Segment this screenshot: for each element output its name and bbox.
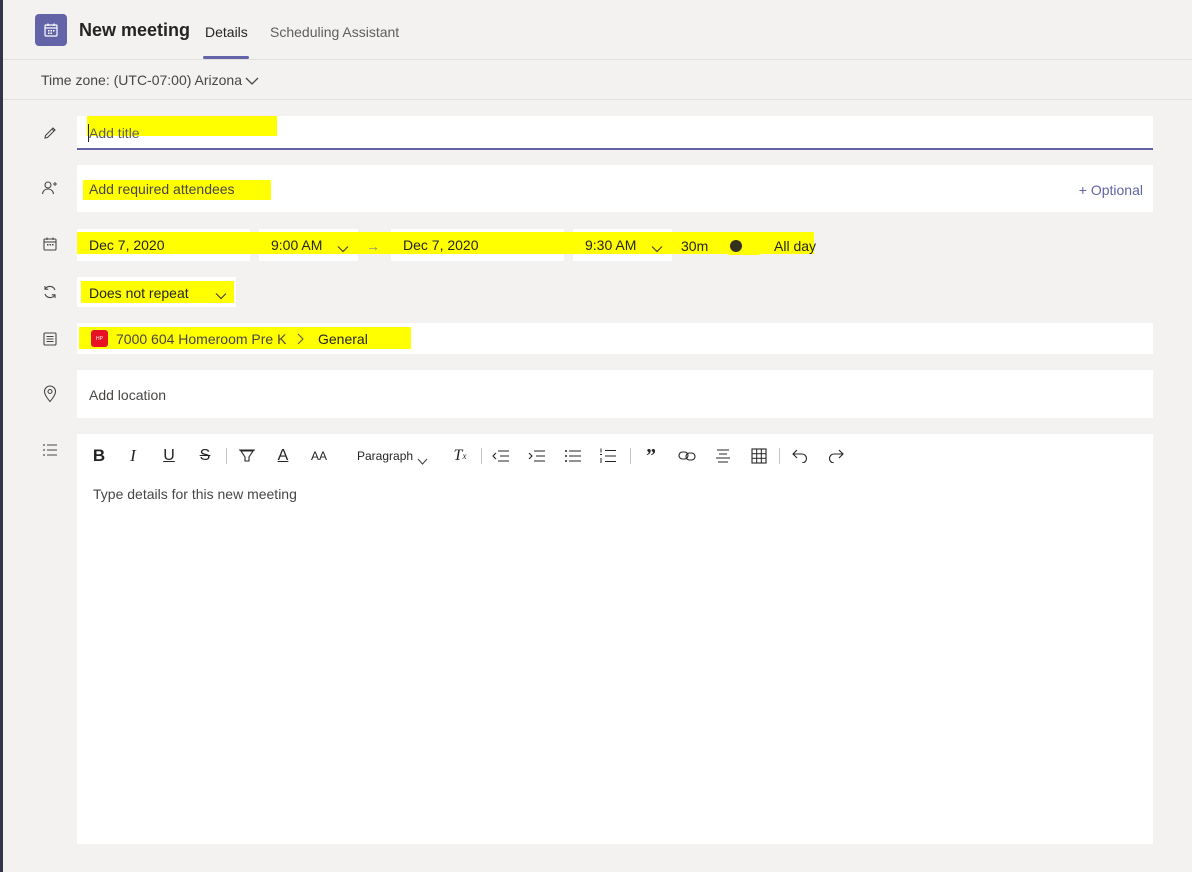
location-field[interactable]: Add location bbox=[77, 370, 1153, 418]
details-list-icon bbox=[40, 440, 60, 460]
toolbar-divider bbox=[481, 448, 482, 464]
all-day-label: All day bbox=[774, 238, 817, 254]
end-date-picker[interactable]: Dec 7, 2020 bbox=[391, 229, 564, 261]
end-time-picker[interactable]: 9:30 AM bbox=[573, 229, 672, 261]
chevron-down-icon[interactable] bbox=[245, 73, 259, 91]
end-time-value: 9:30 AM bbox=[585, 237, 637, 253]
paragraph-style-dropdown[interactable]: Paragraph bbox=[357, 449, 413, 463]
clear-format-icon[interactable]: Tx bbox=[450, 446, 470, 466]
chevron-right-icon bbox=[296, 332, 304, 350]
table-icon[interactable] bbox=[749, 446, 769, 466]
start-date-value: Dec 7, 2020 bbox=[89, 237, 165, 253]
decrease-indent-icon[interactable] bbox=[491, 446, 511, 466]
start-time-picker[interactable]: 9:00 AM bbox=[259, 229, 358, 261]
optional-attendees-link[interactable]: + Optional bbox=[1079, 182, 1143, 198]
italic-icon[interactable]: I bbox=[123, 446, 143, 466]
meeting-details-editor[interactable]: B I U S A AA Paragraph Tx ” Type details… bbox=[77, 434, 1153, 844]
strikethrough-icon[interactable]: S bbox=[195, 446, 215, 466]
arrow-right-icon: → bbox=[366, 238, 380, 254]
app-rail-edge bbox=[0, 0, 3, 872]
align-icon[interactable] bbox=[713, 446, 733, 466]
increase-indent-icon[interactable] bbox=[527, 446, 547, 466]
chevron-down-icon[interactable] bbox=[417, 452, 428, 470]
add-person-icon bbox=[40, 178, 60, 198]
team-name: 7000 604 Homeroom Pre K bbox=[116, 331, 287, 347]
highlight-icon[interactable] bbox=[237, 446, 257, 466]
active-tab-indicator bbox=[203, 56, 249, 59]
chevron-down-icon[interactable] bbox=[651, 240, 663, 258]
numbered-list-icon[interactable] bbox=[598, 446, 618, 466]
channel-name: General bbox=[318, 331, 368, 347]
attendees-field[interactable]: Add required attendees + Optional bbox=[77, 165, 1153, 212]
calendar-icon bbox=[40, 234, 60, 254]
chevron-down-icon[interactable] bbox=[215, 287, 227, 305]
repeat-icon bbox=[40, 282, 60, 302]
team-avatar: HP bbox=[91, 330, 108, 347]
undo-icon[interactable] bbox=[790, 446, 810, 466]
bulleted-list-icon[interactable] bbox=[563, 446, 583, 466]
start-date-picker[interactable]: Dec 7, 2020 bbox=[77, 229, 250, 261]
toolbar-divider bbox=[630, 448, 631, 464]
pencil-icon bbox=[40, 123, 60, 143]
meeting-header: New meeting Details Scheduling Assistant bbox=[3, 0, 1192, 60]
text-caret bbox=[88, 124, 89, 142]
repeat-value: Does not repeat bbox=[89, 285, 189, 301]
location-input[interactable]: Add location bbox=[89, 387, 166, 403]
tab-scheduling-assistant[interactable]: Scheduling Assistant bbox=[270, 24, 399, 40]
title-input[interactable]: Add title bbox=[89, 125, 140, 141]
channel-icon bbox=[40, 329, 60, 349]
timezone-selector[interactable]: Time zone: (UTC-07:00) Arizona bbox=[41, 72, 242, 88]
channel-field[interactable]: HP 7000 604 Homeroom Pre K General bbox=[77, 323, 1153, 354]
underline-icon[interactable]: U bbox=[159, 446, 179, 466]
link-icon[interactable] bbox=[677, 446, 697, 466]
tab-details[interactable]: Details bbox=[205, 24, 248, 40]
repeat-dropdown[interactable]: Does not repeat bbox=[77, 277, 236, 307]
duration-label: 30m bbox=[681, 238, 709, 254]
toolbar-divider bbox=[226, 448, 227, 464]
bold-icon[interactable]: B bbox=[89, 446, 109, 466]
start-time-value: 9:00 AM bbox=[271, 237, 323, 253]
chevron-down-icon[interactable] bbox=[337, 240, 349, 258]
all-day-toggle[interactable] bbox=[722, 237, 766, 255]
font-color-icon[interactable]: A bbox=[273, 446, 293, 466]
page-title: New meeting bbox=[79, 20, 191, 40]
end-date-value: Dec 7, 2020 bbox=[403, 237, 479, 253]
font-size-icon[interactable]: AA bbox=[309, 446, 329, 466]
attendees-input[interactable]: Add required attendees bbox=[89, 181, 235, 197]
quote-icon[interactable]: ” bbox=[641, 445, 661, 467]
timezone-row: Time zone: (UTC-07:00) Arizona bbox=[3, 60, 1192, 100]
toolbar-divider bbox=[779, 448, 780, 464]
title-field[interactable]: Add title bbox=[77, 116, 1153, 150]
details-placeholder[interactable]: Type details for this new meeting bbox=[93, 486, 297, 502]
toggle-knob[interactable] bbox=[730, 240, 742, 252]
redo-icon[interactable] bbox=[826, 446, 846, 466]
location-pin-icon bbox=[40, 384, 60, 404]
calendar-icon bbox=[35, 14, 67, 46]
